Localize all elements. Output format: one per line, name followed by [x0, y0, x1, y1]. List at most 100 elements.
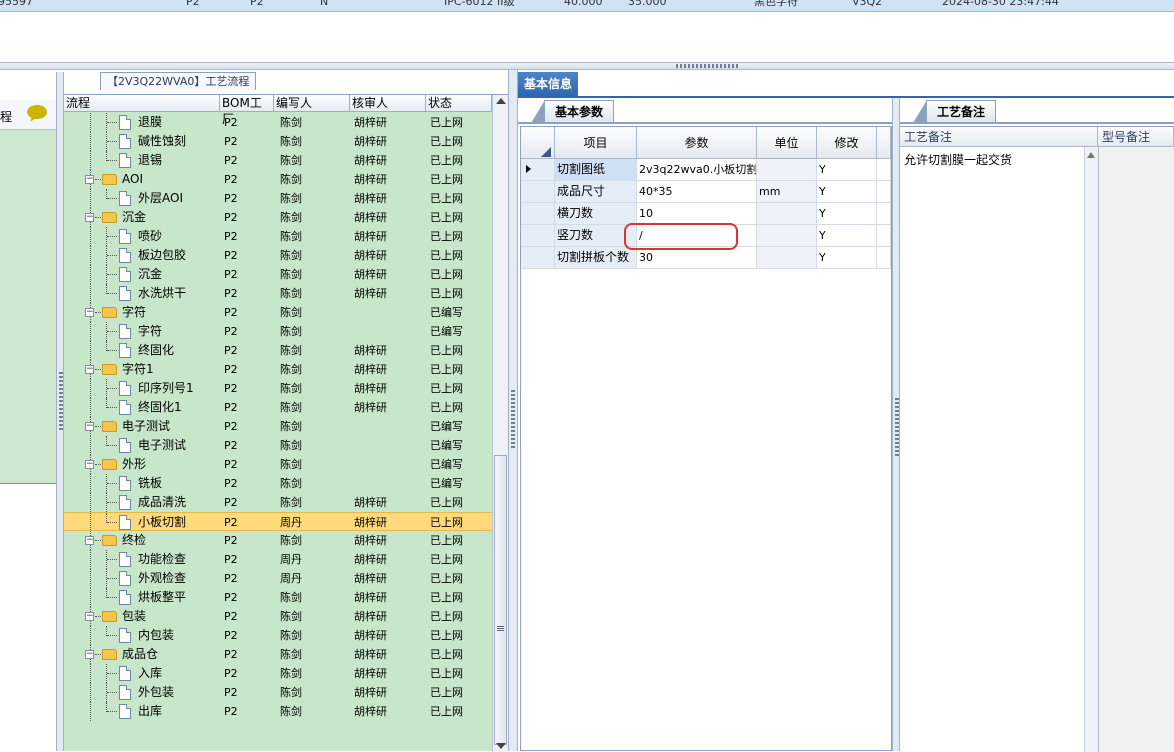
tree-row[interactable]: 印序列号1 P2 陈剑 胡梓研 已上网 [64, 379, 492, 398]
params-cell-item[interactable]: 横刀数 [555, 203, 637, 225]
tree-row[interactable]: 功能检查 P2 周丹 胡梓研 已上网 [64, 550, 492, 569]
tree-row[interactable]: 退膜 P2 陈剑 胡梓研 已上网 [64, 113, 492, 132]
params-row[interactable]: 切割图纸 2v3q22wva0.小板切割 Y [521, 159, 891, 181]
collapse-icon[interactable]: − [85, 460, 94, 469]
tree-row[interactable]: 小板切割 P2 周丹 胡梓研 已上网 [64, 512, 492, 532]
tree-group-row[interactable]: − 字符 P2 陈剑 已编写 [64, 303, 492, 322]
horizontal-splitter[interactable] [0, 62, 1174, 70]
col-header-unit[interactable]: 单位 [757, 127, 817, 159]
tab-basic-params[interactable]: 基本参数 [530, 100, 615, 123]
tab-basic-info[interactable]: 基本信息 [518, 72, 579, 96]
comment-icon[interactable] [26, 104, 48, 122]
grid-corner[interactable] [521, 127, 555, 159]
tree-row[interactable]: 外层AOI P2 陈剑 胡梓研 已上网 [64, 189, 492, 208]
params-cell-modified[interactable]: Y [817, 247, 877, 269]
collapse-icon[interactable]: − [85, 175, 94, 184]
left-splitter[interactable] [56, 72, 64, 751]
tree-row[interactable]: 外包装 P2 陈剑 胡梓研 已上网 [64, 683, 492, 702]
process-flow-title[interactable]: 【2V3Q22WVA0】工艺流程 [100, 72, 257, 90]
collapse-icon[interactable]: − [85, 612, 94, 621]
params-cell-item[interactable]: 切割拼板个数 [555, 247, 637, 269]
tree-group-row[interactable]: − 成品仓 P2 陈剑 胡梓研 已上网 [64, 645, 492, 664]
remarks-scrollbar[interactable] [1084, 147, 1098, 752]
tree-row[interactable]: 外观检查 P2 周丹 胡梓研 已上网 [64, 569, 492, 588]
collapse-icon[interactable]: − [85, 308, 94, 317]
tree-group-row[interactable]: − 外形 P2 陈剑 已编写 [64, 455, 492, 474]
tree-group-row[interactable]: − 电子测试 P2 陈剑 已编写 [64, 417, 492, 436]
right-splitter[interactable] [892, 98, 900, 751]
col-header-modified[interactable]: 修改 [817, 127, 877, 159]
col-header-value[interactable]: 参数 [637, 127, 757, 159]
params-cell-unit[interactable]: mm [757, 181, 817, 203]
scroll-up-icon[interactable] [496, 98, 506, 104]
params-cell-item[interactable]: 成品尺寸 [555, 181, 637, 203]
col-header-bom[interactable]: BOM工厂 [220, 95, 274, 126]
tree-row[interactable]: 字符 P2 陈剑 已编写 [64, 322, 492, 341]
tree-row[interactable]: 终固化1 P2 陈剑 胡梓研 已上网 [64, 398, 492, 417]
params-cell-value[interactable]: 2v3q22wva0.小板切割 [637, 159, 757, 181]
col-header-flow[interactable]: 流程 [64, 95, 220, 112]
tree-row[interactable]: 喷砂 P2 陈剑 胡梓研 已上网 [64, 227, 492, 246]
params-cell-unit[interactable] [757, 247, 817, 269]
params-cell-value[interactable]: 10 [637, 203, 757, 225]
params-row[interactable]: 成品尺寸 40*35 mm Y [521, 181, 891, 203]
document-icon [119, 685, 131, 700]
collapse-icon[interactable]: − [85, 213, 94, 222]
params-cell-value[interactable]: 40*35 [637, 181, 757, 203]
scroll-down-icon[interactable] [496, 743, 506, 749]
params-cell-item[interactable]: 切割图纸 [555, 159, 637, 181]
params-cell-modified[interactable]: Y [817, 203, 877, 225]
scroll-up-icon[interactable] [1087, 152, 1095, 158]
params-cell-unit[interactable] [757, 203, 817, 225]
tree-row[interactable]: 板边包胶 P2 陈剑 胡梓研 已上网 [64, 246, 492, 265]
params-cell-modified[interactable]: Y [817, 159, 877, 181]
tab-process-remarks[interactable]: 工艺备注 [912, 100, 997, 123]
params-cell-value[interactable]: 30 [637, 247, 757, 269]
tree-group-row[interactable]: − AOI P2 陈剑 胡梓研 已上网 [64, 170, 492, 189]
col-header-process-remarks[interactable]: 工艺备注 [900, 127, 1098, 147]
collapse-icon[interactable]: − [85, 365, 94, 374]
tree-row-reviewer: 胡梓研 [354, 667, 387, 680]
tree-row[interactable]: 出库 P2 陈剑 胡梓研 已上网 [64, 702, 492, 721]
tree-row[interactable]: 碱性蚀刻 P2 陈剑 胡梓研 已上网 [64, 132, 492, 151]
params-row[interactable]: 切割拼板个数 30 Y [521, 247, 891, 269]
params-row[interactable]: 横刀数 10 Y [521, 203, 891, 225]
tree-group-row[interactable]: − 包装 P2 陈剑 胡梓研 已上网 [64, 607, 492, 626]
tree-row[interactable]: 沉金 P2 陈剑 胡梓研 已上网 [64, 265, 492, 284]
tree-row[interactable]: 入库 P2 陈剑 胡梓研 已上网 [64, 664, 492, 683]
col-header-status[interactable]: 状态 [426, 95, 492, 112]
params-cell-modified[interactable]: Y [817, 181, 877, 203]
splitter-grip[interactable] [895, 398, 899, 458]
collapse-icon[interactable]: − [85, 422, 94, 431]
col-header-reviewer[interactable]: 核审人 [350, 95, 426, 112]
tree-row[interactable]: 烘板整平 P2 陈剑 胡梓研 已上网 [64, 588, 492, 607]
tree-group-row[interactable]: − 终检 P2 陈剑 胡梓研 已上网 [64, 531, 492, 550]
tree-row-author: 陈剑 [280, 629, 302, 642]
scroll-thumb[interactable] [494, 455, 507, 745]
process-remarks-text[interactable]: 允许切割膜一起交货 [904, 151, 1012, 168]
model-remarks-cell[interactable] [1098, 147, 1174, 752]
col-header-model-remarks[interactable]: 型号备注 [1098, 127, 1174, 147]
splitter-grip[interactable] [59, 372, 63, 432]
collapse-icon[interactable]: − [85, 536, 94, 545]
col-header-item[interactable]: 项目 [555, 127, 637, 159]
tree-row[interactable]: 水洗烘干 P2 陈剑 胡梓研 已上网 [64, 284, 492, 303]
tree-group-row[interactable]: − 沉金 P2 陈剑 胡梓研 已上网 [64, 208, 492, 227]
top-grid-row[interactable]: 95597 P2 P2 N IPC-6012 II级 40.000 35.000 黑色字符 V3… [0, 0, 1174, 12]
params-cell-unit[interactable] [757, 225, 817, 247]
tree-row[interactable]: 终固化 P2 陈剑 胡梓研 已上网 [64, 341, 492, 360]
tree-row[interactable]: 退锡 P2 陈剑 胡梓研 已上网 [64, 151, 492, 170]
tree-row[interactable]: 内包装 P2 陈剑 胡梓研 已上网 [64, 626, 492, 645]
collapse-icon[interactable]: − [85, 650, 94, 659]
splitter-grip[interactable] [511, 390, 515, 450]
tree-row[interactable]: 铣板 P2 陈剑 已编写 [64, 474, 492, 493]
params-cell-unit[interactable] [757, 159, 817, 181]
tree-row[interactable]: 电子测试 P2 陈剑 已编写 [64, 436, 492, 455]
middle-splitter[interactable] [508, 70, 518, 751]
tree-group-row[interactable]: − 字符1 P2 陈剑 胡梓研 已上网 [64, 360, 492, 379]
tree-row[interactable]: 成品清洗 P2 陈剑 胡梓研 已上网 [64, 493, 492, 512]
col-header-author[interactable]: 编写人 [274, 95, 350, 112]
tree-scrollbar[interactable] [492, 95, 508, 752]
params-cell-modified[interactable]: Y [817, 225, 877, 247]
splitter-grip[interactable] [676, 64, 738, 68]
